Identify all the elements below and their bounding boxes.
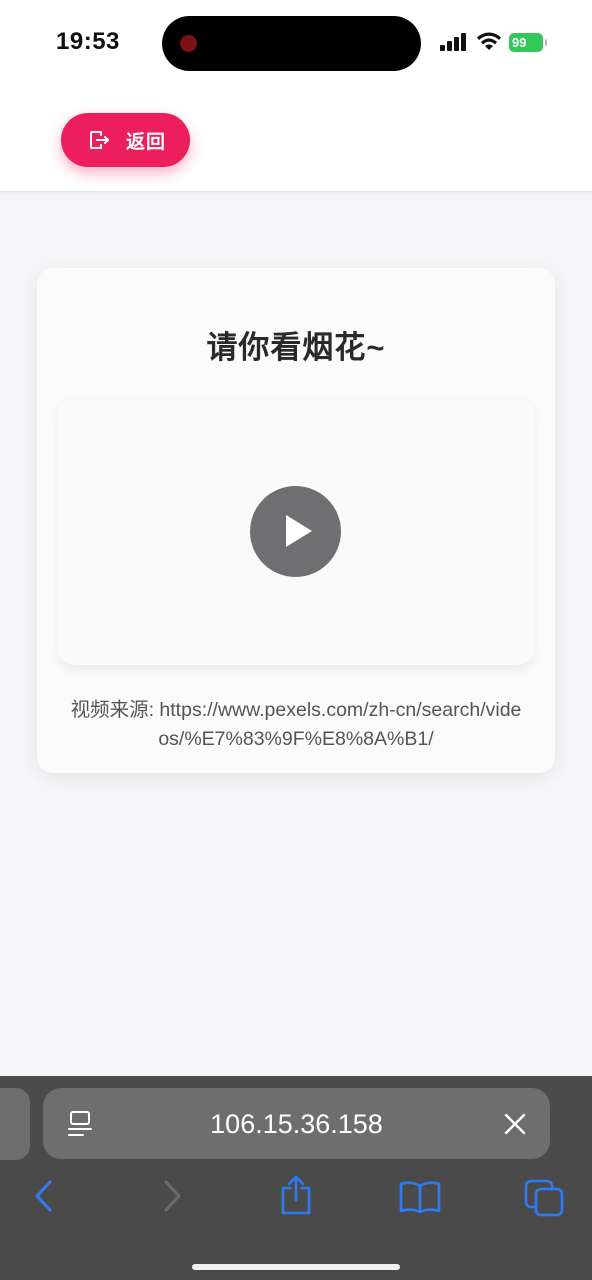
video-player[interactable]	[58, 399, 534, 665]
play-icon	[286, 515, 312, 547]
address-bar[interactable]: 106.15.36.158	[43, 1088, 550, 1159]
forward-chevron-icon[interactable]	[160, 1178, 184, 1214]
previous-tab-preview[interactable]	[0, 1088, 30, 1160]
video-source-text: 视频来源: https://www.pexels.com/zh-cn/searc…	[70, 699, 522, 750]
address-text: 106.15.36.158	[210, 1109, 383, 1139]
dynamic-island	[162, 16, 421, 71]
back-button-label: 返回	[126, 131, 167, 153]
play-button[interactable]	[250, 486, 341, 577]
cellular-signal-icon	[440, 33, 470, 51]
back-chevron-icon[interactable]	[32, 1178, 56, 1214]
browser-toolbar: 106.15.36.158	[0, 1076, 592, 1280]
content-card: 请你看烟花~ 视频来源: https://www.pexels.com/zh-c…	[37, 268, 555, 773]
bookmarks-icon[interactable]	[398, 1180, 442, 1214]
wifi-icon	[477, 32, 501, 50]
card-title: 请你看烟花~	[206, 330, 386, 365]
battery-level: 99	[512, 35, 527, 50]
logout-arrow-icon	[90, 131, 109, 149]
share-icon[interactable]	[277, 1174, 315, 1216]
clear-icon[interactable]	[503, 1112, 527, 1136]
status-time: 19:53	[56, 28, 120, 55]
tabs-icon[interactable]	[523, 1178, 565, 1218]
back-button[interactable]: 返回	[61, 113, 190, 167]
battery-icon: 99	[509, 33, 547, 52]
recording-indicator-icon	[180, 35, 197, 52]
home-indicator	[192, 1264, 400, 1270]
status-bar: 19:53 99	[0, 0, 592, 88]
page-header: 返回	[0, 88, 592, 192]
